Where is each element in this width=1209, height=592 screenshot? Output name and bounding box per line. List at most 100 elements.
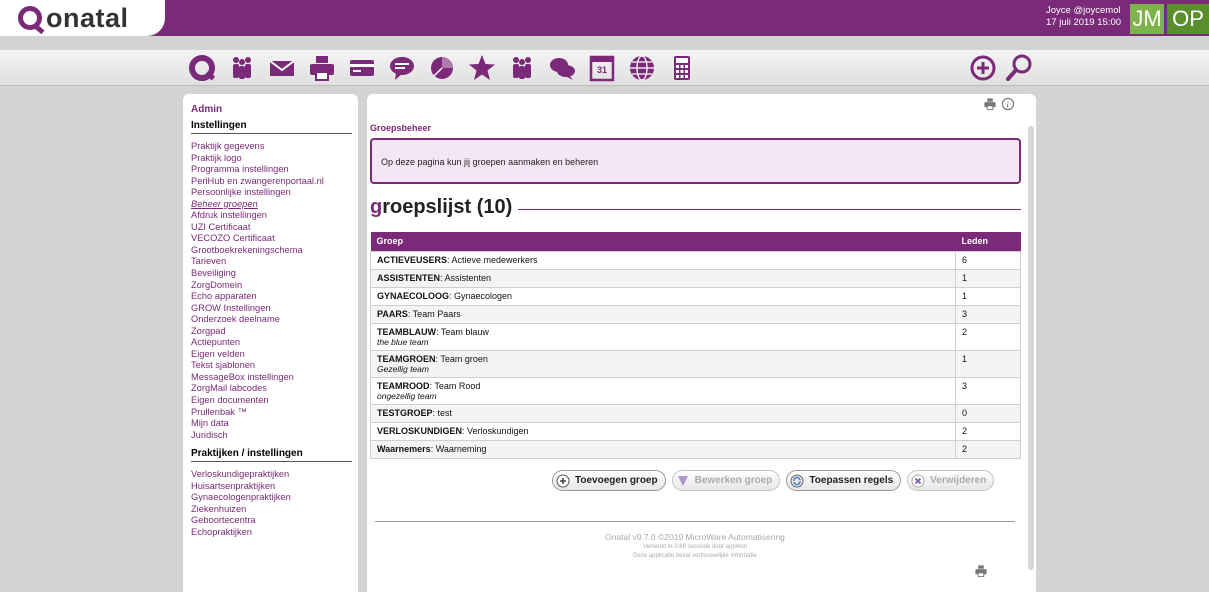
print-icon[interactable] [983,97,997,116]
group-name: : Team blauw [436,326,489,337]
practice-avatar[interactable]: OP [1167,4,1209,34]
sidebar-item[interactable]: Beheer groepen [191,199,352,211]
add-icon[interactable] [967,52,999,84]
sidebar-admin-label: Admin [191,104,223,115]
footer-version: Onatal v9.7.0 ©2019 MicroWare Automatise… [605,532,785,542]
sidebar-item[interactable]: Echopraktijken [191,527,352,539]
group-name: : Gynaecologen [449,290,513,301]
group-code: TEAMROOD [377,380,430,391]
sidebar-item[interactable]: Eigen documenten [191,395,352,407]
calendar-icon[interactable]: 31 [586,52,618,84]
table-row[interactable]: VERLOSKUNDIGEN: Verloskundigen 2 [370,421,1021,441]
group-cell[interactable]: TEAMGROEN: Team groen Gezellig team [370,349,956,378]
table-row[interactable]: TESTGROEP: test 0 [370,403,1021,423]
table-row[interactable]: ASSISTENTEN: Assistenten 1 [370,268,1021,288]
sidebar-item[interactable]: Tarieven [191,256,352,268]
sidebar-item[interactable]: Tekst sjablonen [191,360,352,372]
onatal-logo-icon [18,6,42,30]
group-code: ASSISTENTEN [377,272,441,283]
group-table-body: ACTIEVEUSERS: Actieve medewerkers 6 ASSIST… [370,250,1021,459]
sidebar-item[interactable]: Juridisch [191,430,352,442]
table-row[interactable]: PAARS: Team Paars 3 [370,304,1021,324]
sidebar-item[interactable]: Persoonlijke instellingen [191,187,352,199]
sidebar-item[interactable]: Praktijk gegevens [191,141,352,153]
onatal-home-icon[interactable] [186,52,218,84]
globe-icon[interactable] [626,52,658,84]
scrollbar[interactable] [1028,126,1034,570]
table-header-row: Groep Leden [370,232,1021,251]
add-circle-icon [556,474,570,488]
sidebar-item[interactable]: GROW Instellingen [191,303,352,315]
sidebar-item[interactable]: PeriHub en zwangerenportaal.nl [191,176,352,188]
table-row[interactable]: TEAMROOD: Team Rood ongezellig team 3 [370,376,1021,405]
column-header-leden[interactable]: Leden [955,232,1021,251]
sidebar-item[interactable]: Grootboekrekeningschema [191,245,352,257]
footer: Onatal v9.7.0 ©2019 MicroWare Automatise… [375,532,1015,561]
info-box: Op deze pagina kun jij groepen aanmaken … [370,138,1021,184]
info-icon[interactable]: i [1001,97,1015,116]
group-cell[interactable]: GYNAECOLOOG: Gynaecologen [370,286,956,306]
print-icon[interactable] [306,52,338,84]
sidebar-item[interactable]: ZorgMail labcodes [191,383,352,395]
sidebar-item[interactable]: Eigen velden [191,349,352,361]
user-info: Joyce @joycemol 17 juli 2019 15:00 [1046,5,1121,29]
sidebar-item[interactable]: VECOZO Certificaat [191,233,352,245]
group-cell[interactable]: TEAMROOD: Team Rood ongezellig team [370,376,956,405]
calculator-icon[interactable] [666,52,698,84]
footer-print-icon[interactable] [974,564,988,583]
group-cell[interactable]: TESTGROEP: test [370,403,956,423]
sidebar-item[interactable]: Huisartsenpraktijken [191,481,352,493]
group-cell[interactable]: PAARS: Team Paars [370,304,956,324]
sidebar-item[interactable]: Ziekenhuizen [191,504,352,516]
table-row[interactable]: ACTIEVEUSERS: Actieve medewerkers 6 [370,250,1021,270]
group-cell[interactable]: TEAMBLAUW: Team blauw the blue team [370,322,956,351]
table-row[interactable]: Waarnemers: Waarneming 2 [370,439,1021,459]
group-cell[interactable]: Waarnemers: Waarneming [370,439,956,459]
people-icon[interactable] [226,52,258,84]
sidebar-item[interactable]: Zorgpad [191,326,352,338]
group-cell[interactable]: ACTIEVEUSERS: Actieve medewerkers [370,250,956,270]
sidebar-item[interactable]: Prullenbak ™ [191,407,352,419]
sidebar-item[interactable]: Programma instellingen [191,164,352,176]
sidebar-item[interactable]: Praktijk logo [191,153,352,165]
column-header-groep[interactable]: Groep [370,232,956,251]
sidebar-item[interactable]: UZI Certificaat [191,222,352,234]
messages-icon[interactable] [546,52,578,84]
table-row[interactable]: TEAMBLAUW: Team blauw the blue team 2 [370,322,1021,351]
chat-bubble-icon[interactable] [386,52,418,84]
group-code: VERLOSKUNDIGEN [377,425,463,436]
logo[interactable]: onatal [0,0,165,36]
table-row[interactable]: TEAMGROEN: Team groen Gezellig team 1 [370,349,1021,378]
group-icon[interactable] [506,52,538,84]
sidebar-item[interactable]: ZorgDomein [191,280,352,292]
sidebar-item[interactable]: Beveiliging [191,268,352,280]
pie-chart-icon[interactable] [426,52,458,84]
star-icon[interactable] [466,52,498,84]
sidebar-item[interactable]: Echo apparaten [191,291,352,303]
add-group-button[interactable]: Toevoegen groep [552,470,666,491]
sidebar-item[interactable]: Afdruk instellingen [191,210,352,222]
sidebar-item[interactable]: MessageBox instellingen [191,372,352,384]
group-cell[interactable]: VERLOSKUNDIGEN: Verloskundigen [370,421,956,441]
footer-timing: Verwerkt in 0.66 seconde door app4lon [642,544,748,550]
sidebar-item[interactable]: Mijn data [191,418,352,430]
card-icon[interactable] [346,52,378,84]
sidebar-item[interactable]: Actiepunten [191,337,352,349]
group-code: GYNAECOLOOG [377,290,450,301]
table-row[interactable]: GYNAECOLOOG: Gynaecologen 1 [370,286,1021,306]
group-code: TESTGROEP [377,407,433,418]
group-list-title: groepslijst (10) [370,196,513,218]
sidebar-item[interactable]: Verloskundigepraktijken [191,469,352,481]
sidebar-item[interactable]: Gynaecologenpraktijken [191,492,352,504]
edit-group-button[interactable]: Bewerken groep [671,470,781,491]
apply-rules-button[interactable]: Toepassen regels [786,470,902,491]
svg-text:i: i [1007,101,1009,109]
sidebar-item[interactable]: Geboortecentra [191,515,352,527]
group-cell[interactable]: ASSISTENTEN: Assistenten [370,268,956,288]
mail-icon[interactable] [266,52,298,84]
search-icon[interactable] [1003,52,1035,84]
sidebar-item[interactable]: Onderzoek deelname [191,314,352,326]
member-count: 1 [955,268,1021,288]
user-avatar[interactable]: JM [1130,4,1164,34]
delete-button[interactable]: Verwijderen [907,470,995,491]
